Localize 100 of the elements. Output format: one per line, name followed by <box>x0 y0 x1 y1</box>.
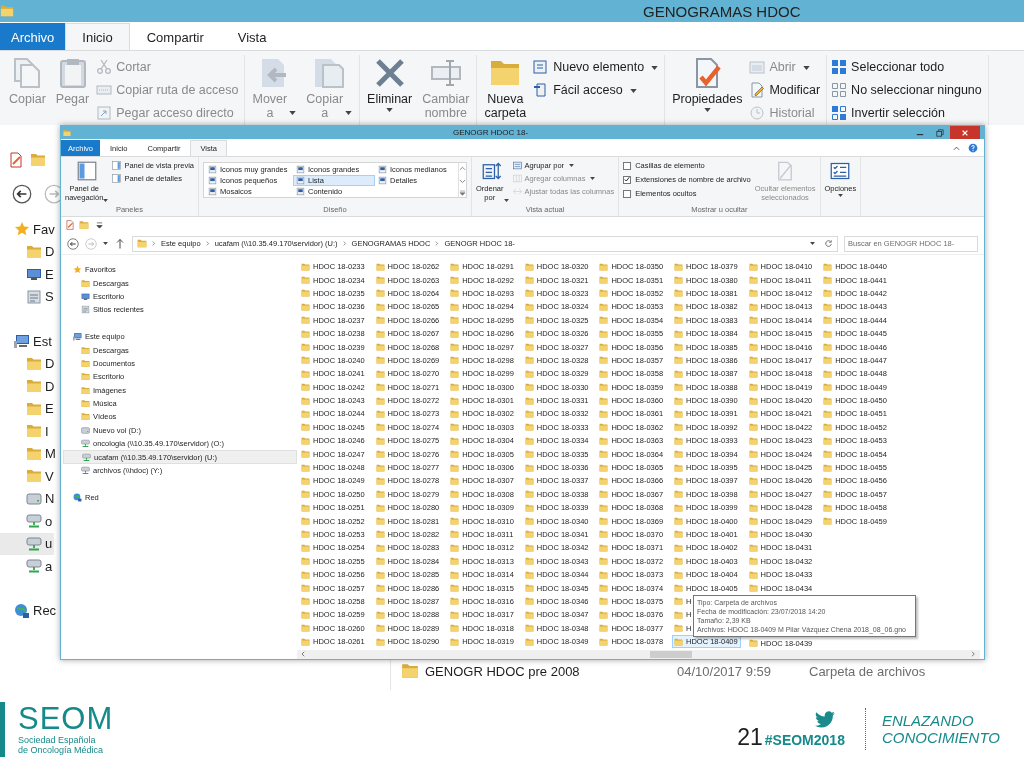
nav-item[interactable]: D <box>0 352 57 375</box>
folder-icon <box>599 517 609 526</box>
nav-item[interactable]: V <box>0 465 56 488</box>
folder-icon <box>375 476 385 485</box>
nav-item[interactable]: N <box>0 487 57 510</box>
ribbon-button[interactable]: Invertir selección <box>831 104 984 121</box>
folder-icon <box>524 597 534 606</box>
nav-item[interactable]: D <box>0 375 57 398</box>
nav-item[interactable]: Est <box>0 330 52 353</box>
folder-icon <box>375 637 385 646</box>
options-icon <box>830 160 851 181</box>
folder-icon <box>748 329 758 338</box>
checkbox[interactable] <box>623 189 632 198</box>
ribbon-button[interactable]: Fácil acceso <box>533 81 661 98</box>
ribbon-tab[interactable]: Vista <box>220 23 284 50</box>
folder-icon <box>81 358 90 368</box>
scrollbar-thumb[interactable] <box>650 651 692 658</box>
folder-icon <box>823 356 833 365</box>
folder-icon <box>599 463 609 472</box>
checkbox[interactable] <box>623 161 632 170</box>
folder-icon <box>823 409 833 418</box>
folder-icon <box>524 409 534 418</box>
folder-icon <box>599 343 609 351</box>
folder-icon <box>450 503 460 512</box>
folder-icon <box>301 316 310 325</box>
logo-text: SEOM <box>18 703 114 735</box>
folder-icon <box>673 276 683 285</box>
folder-icon <box>450 329 460 338</box>
ribbon-button[interactable]: Eliminar <box>364 55 416 120</box>
nav-item[interactable]: o <box>0 510 55 533</box>
folder-icon <box>673 637 683 646</box>
folder-icon <box>748 369 758 378</box>
view-icon <box>296 164 305 174</box>
folder-icon <box>450 610 460 619</box>
ribbon-button[interactable]: Nuevo elemento <box>533 58 661 75</box>
folder-icon <box>79 220 89 231</box>
folder-icon <box>748 503 758 512</box>
folder-icon <box>450 597 460 606</box>
ribbon-button[interactable]: Propiedades <box>669 55 746 121</box>
folder-icon <box>673 597 683 606</box>
ribbon-button[interactable]: Seleccionar todo <box>831 58 984 75</box>
nav-item[interactable]: E <box>0 263 56 286</box>
nav-item[interactable]: Fav <box>0 218 55 241</box>
fit-columns-icon <box>512 186 522 196</box>
checkbox[interactable] <box>623 175 632 184</box>
folder-icon <box>823 476 833 485</box>
folder-icon <box>524 610 534 619</box>
folder-icon <box>524 570 534 579</box>
folder-icon <box>301 517 310 526</box>
folder-icon <box>673 570 683 579</box>
folder-icon <box>450 409 460 418</box>
folder-icon <box>301 343 310 351</box>
ribbon-button[interactable]: Nueva carpeta <box>481 55 530 120</box>
nav-item[interactable]: u <box>0 532 55 555</box>
folder-icon <box>375 436 385 445</box>
folder-icon <box>301 570 310 579</box>
folder-icon <box>450 383 460 392</box>
ribbon-tab[interactable]: Inicio <box>65 23 130 50</box>
drive-icon <box>81 425 90 435</box>
folder-icon <box>375 316 385 325</box>
folder-icon <box>375 423 385 432</box>
folder-icon <box>748 639 758 648</box>
folder-icon <box>301 476 310 485</box>
folder-icon <box>81 399 90 409</box>
refresh-icon <box>824 239 833 249</box>
file-tab[interactable]: Archivo <box>0 23 66 50</box>
ribbon-tab[interactable]: Compartir <box>129 23 221 50</box>
ribbon-button[interactable]: No seleccionar ninguno <box>831 81 984 98</box>
collapse-caret-icon <box>953 145 960 151</box>
nav-item[interactable]: E <box>0 397 56 420</box>
folder-icon <box>599 262 609 271</box>
nav-item[interactable]: I <box>0 420 51 443</box>
horizontal-scrollbar[interactable] <box>297 650 980 659</box>
nav-item[interactable]: Rec <box>0 599 57 622</box>
nav-item[interactable]: a <box>0 555 55 578</box>
folder-icon <box>81 345 90 355</box>
folder-icon <box>748 316 758 325</box>
nav-item[interactable]: D <box>0 240 57 263</box>
grid-icon <box>831 58 848 75</box>
recent-places-icon <box>81 305 90 315</box>
folder-icon <box>301 396 310 405</box>
close-button[interactable] <box>950 126 980 139</box>
restore-icon <box>936 128 944 137</box>
folder-icon <box>450 530 460 539</box>
folder-icon <box>301 409 310 418</box>
folder-icon <box>748 423 758 432</box>
folder-icon <box>81 278 90 288</box>
folder-icon <box>599 329 609 338</box>
bird-icon <box>813 710 836 730</box>
folder-icon <box>375 610 385 619</box>
folder-icon <box>599 369 609 378</box>
nav-item[interactable]: S <box>0 285 56 308</box>
folder-icon <box>450 302 460 311</box>
ribbon-button[interactable]: Modificar <box>749 81 823 98</box>
folder-icon <box>673 383 683 392</box>
folder-icon <box>0 3 14 19</box>
delete-icon <box>373 57 406 89</box>
folder-icon <box>375 584 385 593</box>
folder-icon <box>599 276 609 285</box>
nav-item[interactable]: M <box>0 442 58 465</box>
